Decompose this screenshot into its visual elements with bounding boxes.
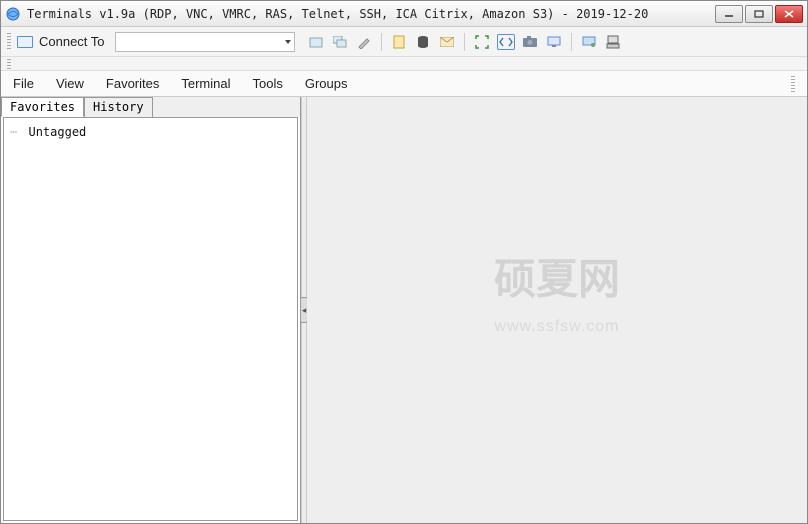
favorites-tree[interactable]: Untagged <box>3 117 298 521</box>
eyedropper-icon[interactable] <box>355 33 373 51</box>
menubar: File View Favorites Terminal Tools Group… <box>1 71 807 97</box>
toolbar-icons <box>307 33 622 51</box>
tab-label: History <box>93 100 144 114</box>
camera-icon[interactable] <box>521 33 539 51</box>
connect-toolbar: Connect To <box>1 27 807 57</box>
connect-to-label: Connect To <box>39 34 105 49</box>
minimize-button[interactable] <box>715 5 743 23</box>
menu-terminal[interactable]: Terminal <box>181 76 230 91</box>
toolbar-strip <box>1 57 807 71</box>
database-icon[interactable] <box>414 33 432 51</box>
menu-view[interactable]: View <box>56 76 84 91</box>
code-icon[interactable] <box>497 34 515 50</box>
toolbar-grip[interactable] <box>7 59 11 69</box>
monitor-icon[interactable] <box>545 33 563 51</box>
tree-item-label: Untagged <box>28 125 86 139</box>
menu-tools[interactable]: Tools <box>253 76 283 91</box>
menu-file[interactable]: File <box>13 76 34 91</box>
screen-icon <box>17 36 33 48</box>
network-monitor-icon[interactable] <box>580 33 598 51</box>
sidebar-tabs: Favorites History <box>1 97 300 117</box>
fullscreen-icon[interactable] <box>473 33 491 51</box>
menu-grip[interactable] <box>791 76 795 92</box>
sidebar: Favorites History Untagged <box>1 97 301 523</box>
titlebar: Terminals v1.9a (RDP, VNC, VMRC, RAS, Te… <box>1 1 807 27</box>
toolbar-separator <box>571 33 572 51</box>
chevron-down-icon <box>285 40 291 44</box>
tree-item-untagged[interactable]: Untagged <box>10 124 291 140</box>
tab-label: Favorites <box>10 100 75 114</box>
toolbar-grip[interactable] <box>7 33 11 51</box>
tab-favorites[interactable]: Favorites <box>1 97 84 117</box>
workspace: Favorites History Untagged ◂ 硕夏网 www.ssf… <box>1 97 807 523</box>
connect-to-combobox[interactable] <box>115 32 295 52</box>
window-title: Terminals v1.9a (RDP, VNC, VMRC, RAS, Te… <box>27 7 709 21</box>
windows-icon[interactable] <box>331 33 349 51</box>
window-controls <box>715 5 803 23</box>
toolbar-separator <box>464 33 465 51</box>
menu-groups[interactable]: Groups <box>305 76 348 91</box>
computer-icon[interactable] <box>604 33 622 51</box>
document-icon[interactable] <box>390 33 408 51</box>
toolbar-separator <box>381 33 382 51</box>
app-icon <box>5 6 21 22</box>
menu-favorites[interactable]: Favorites <box>106 76 159 91</box>
watermark-text: 硕夏网 <box>494 245 620 306</box>
maximize-button[interactable] <box>745 5 773 23</box>
close-button[interactable] <box>775 5 803 23</box>
mail-icon[interactable] <box>438 33 456 51</box>
content-pane: 硕夏网 www.ssfsw.com <box>307 97 807 523</box>
watermark-sub: www.ssfsw.com <box>494 318 619 336</box>
tab-history[interactable]: History <box>84 97 153 117</box>
new-window-icon[interactable] <box>307 33 325 51</box>
